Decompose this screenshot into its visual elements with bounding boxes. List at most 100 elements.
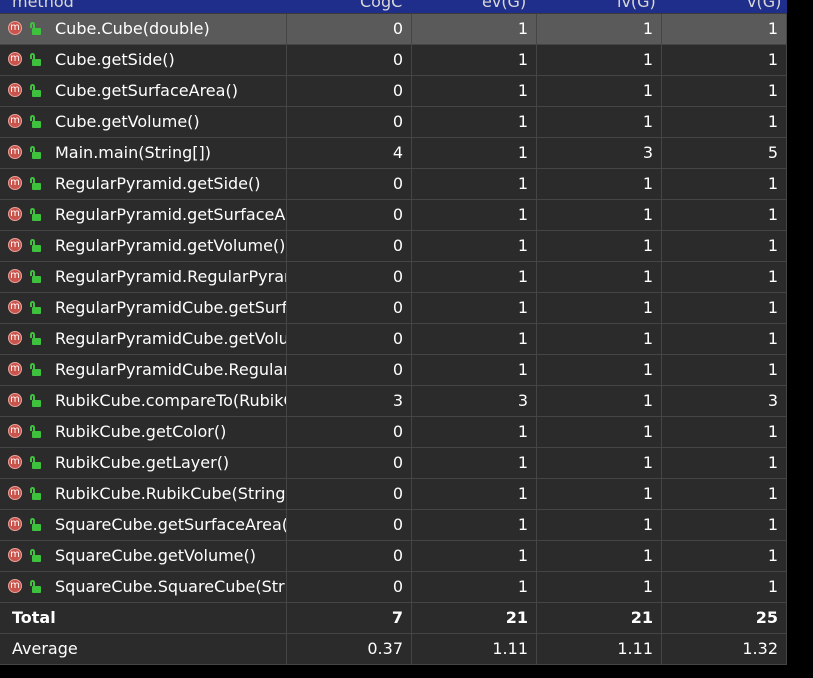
evg-cell: 1: [412, 107, 537, 137]
method-icon: m: [8, 145, 22, 159]
ivg-cell: 1: [537, 76, 662, 106]
evg-cell: 1: [412, 293, 537, 323]
ivg-cell: 1: [537, 417, 662, 447]
ivg-cell: 1: [537, 45, 662, 75]
public-lock-icon: [29, 456, 41, 470]
method-name: RegularPyramid.getSurfaceAre: [55, 205, 287, 224]
table-row[interactable]: m RegularPyramid.getVolume() 0 1 1 1: [0, 231, 787, 262]
method-cell: m RegularPyramid.getSurfaceAre: [0, 200, 287, 230]
method-cell: m RubikCube.compareTo(RubikC: [0, 386, 287, 416]
public-lock-icon: [29, 115, 41, 129]
vg-cell: 1: [662, 200, 787, 230]
cogc-cell: 0: [287, 355, 412, 385]
public-lock-icon: [29, 301, 41, 315]
public-lock-icon: [29, 270, 41, 284]
method-cell: m RubikCube.getColor(): [0, 417, 287, 447]
table-row[interactable]: m Cube.getSurfaceArea() 0 1 1 1: [0, 76, 787, 107]
cogc-cell: 0: [287, 45, 412, 75]
evg-cell: 1: [412, 324, 537, 354]
ivg-cell: 1: [537, 107, 662, 137]
public-lock-icon: [29, 425, 41, 439]
evg-cell: 1: [412, 417, 537, 447]
header-ivg[interactable]: iv(G): [617, 0, 656, 13]
cogc-cell: 0: [287, 169, 412, 199]
table-row[interactable]: m RubikCube.getLayer() 0 1 1 1: [0, 448, 787, 479]
method-cell: m SquareCube.SquareCube(Strin: [0, 572, 287, 602]
method-name: RubikCube.getColor(): [55, 422, 227, 441]
evg-cell: 1: [412, 200, 537, 230]
public-lock-icon: [29, 487, 41, 501]
evg-cell: 1: [412, 479, 537, 509]
cogc-cell: 0: [287, 107, 412, 137]
cogc-cell: 0: [287, 572, 412, 602]
average-label: Average: [0, 634, 287, 664]
method-name: Cube.getVolume(): [55, 112, 200, 131]
table-row[interactable]: m Cube.getSide() 0 1 1 1: [0, 45, 787, 76]
method-name: RegularPyramidCube.getSurfac: [55, 298, 287, 317]
scrollbar-track[interactable]: [787, 0, 813, 678]
table-row[interactable]: m Main.main(String[]) 4 1 3 5: [0, 138, 787, 169]
method-icon: m: [8, 486, 22, 500]
method-name: RegularPyramidCube.getVolum: [55, 329, 287, 348]
table-row[interactable]: m RubikCube.compareTo(RubikC 3 3 1 3: [0, 386, 787, 417]
table-row[interactable]: m RegularPyramid.getSurfaceAre 0 1 1 1: [0, 200, 787, 231]
header-method[interactable]: method: [12, 0, 74, 13]
ivg-cell: 1: [537, 572, 662, 602]
public-lock-icon: [29, 363, 41, 377]
table-row[interactable]: m SquareCube.getVolume() 0 1 1 1: [0, 541, 787, 572]
table-row[interactable]: m RegularPyramid.RegularPyrami 0 1 1 1: [0, 262, 787, 293]
ivg-cell: 1: [537, 479, 662, 509]
vg-cell: 1: [662, 479, 787, 509]
public-lock-icon: [29, 22, 41, 36]
table-row[interactable]: m RegularPyramidCube.getVolum 0 1 1 1: [0, 324, 787, 355]
method-icon: m: [8, 207, 22, 221]
cogc-cell: 0: [287, 541, 412, 571]
vg-cell: 1: [662, 510, 787, 540]
vg-cell: 1: [662, 107, 787, 137]
method-icon: m: [8, 393, 22, 407]
evg-cell: 1: [412, 231, 537, 261]
method-cell: m SquareCube.getVolume(): [0, 541, 287, 571]
evg-cell: 1: [412, 572, 537, 602]
table-row[interactable]: m SquareCube.SquareCube(Strin 0 1 1 1: [0, 572, 787, 603]
vg-cell: 1: [662, 417, 787, 447]
average-evg: 1.11: [412, 634, 537, 664]
vg-cell: 1: [662, 541, 787, 571]
method-icon: m: [8, 269, 22, 283]
public-lock-icon: [29, 177, 41, 191]
evg-cell: 1: [412, 262, 537, 292]
ivg-cell: 1: [537, 200, 662, 230]
table-row[interactable]: m SquareCube.getSurfaceArea() 0 1 1 1: [0, 510, 787, 541]
method-name: Cube.getSurfaceArea(): [55, 81, 238, 100]
method-cell: m Cube.getVolume(): [0, 107, 287, 137]
cogc-cell: 0: [287, 510, 412, 540]
table-row[interactable]: m RegularPyramidCube.RegularP 0 1 1 1: [0, 355, 787, 386]
method-name: Main.main(String[]): [55, 143, 211, 162]
table-row[interactable]: m Cube.Cube(double) 0 1 1 1: [0, 14, 787, 45]
table-row[interactable]: m RubikCube.getColor() 0 1 1 1: [0, 417, 787, 448]
header-vg[interactable]: v(G): [747, 0, 781, 13]
vg-cell: 1: [662, 448, 787, 478]
ivg-cell: 1: [537, 541, 662, 571]
vg-cell: 1: [662, 324, 787, 354]
vg-cell: 1: [662, 169, 787, 199]
table-row[interactable]: m RegularPyramidCube.getSurfac 0 1 1 1: [0, 293, 787, 324]
ivg-cell: 3: [537, 138, 662, 168]
cogc-cell: 0: [287, 417, 412, 447]
header-evg[interactable]: ev(G): [482, 0, 526, 13]
method-cell: m RegularPyramidCube.getSurfac: [0, 293, 287, 323]
table-row[interactable]: m RubikCube.RubikCube(String, 0 1 1 1: [0, 479, 787, 510]
vg-cell: 1: [662, 262, 787, 292]
public-lock-icon: [29, 332, 41, 346]
total-cogc: 7: [287, 603, 412, 633]
table-row[interactable]: m Cube.getVolume() 0 1 1 1: [0, 107, 787, 138]
method-name: RegularPyramid.getSide(): [55, 174, 261, 193]
ivg-cell: 1: [537, 293, 662, 323]
ivg-cell: 1: [537, 510, 662, 540]
evg-cell: 1: [412, 14, 537, 44]
evg-cell: 3: [412, 386, 537, 416]
header-cogc[interactable]: CogC: [360, 0, 402, 13]
table-row[interactable]: m RegularPyramid.getSide() 0 1 1 1: [0, 169, 787, 200]
method-icon: m: [8, 176, 22, 190]
method-cell: m RubikCube.RubikCube(String,: [0, 479, 287, 509]
